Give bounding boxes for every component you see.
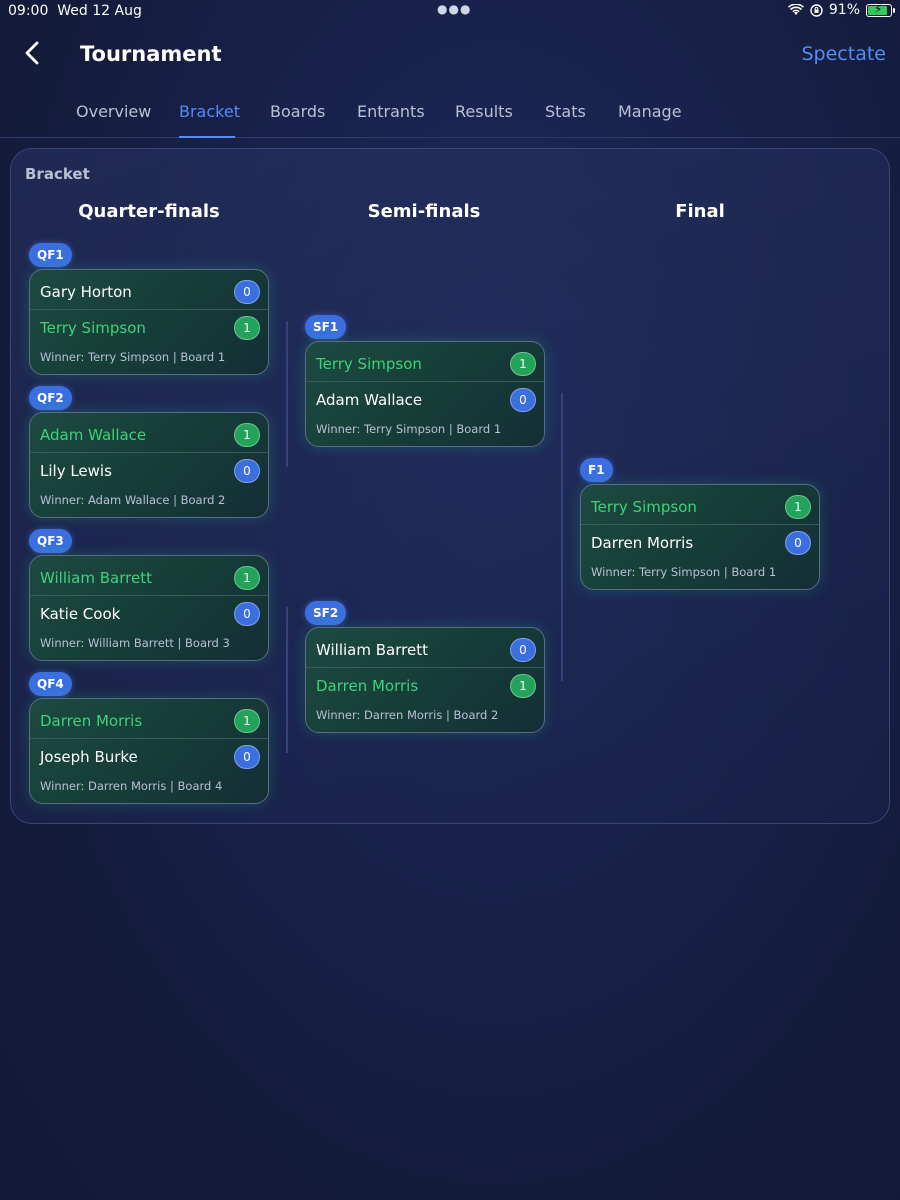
score-badge: 0 [785,531,811,555]
status-time: 09:00 Wed 12 Aug [8,3,142,19]
orientation-lock-icon [810,3,823,17]
score-badge: 1 [785,495,811,519]
player-row: Terry Simpson 1 [30,310,268,346]
score-badge: 1 [234,566,260,590]
player-name-winner: Terry Simpson [316,355,422,373]
match-footer: Winner: Adam Wallace | Board 2 [40,493,226,507]
round-title-final: Final [675,201,725,222]
score-badge: 1 [510,352,536,376]
tab-bracket[interactable]: Bracket [179,102,240,121]
player-name: Gary Horton [40,283,132,301]
score-badge: 1 [234,709,260,733]
score-badge: 0 [234,602,260,626]
player-row: William Barrett 0 [306,632,544,668]
match-card-qf3[interactable]: William Barrett 1 Katie Cook 0 Winner: Wil… [29,555,269,661]
player-name-winner: Terry Simpson [40,319,146,337]
player-row: William Barrett 1 [30,560,268,596]
match-card-qf1[interactable]: Gary Horton 0 Terry Simpson 1 Winner: Terr… [29,269,269,375]
match-badge: QF4 [29,672,72,696]
match-footer: Winner: Darren Morris | Board 2 [316,708,499,722]
tab-boards[interactable]: Boards [270,102,325,121]
score-badge: 1 [510,674,536,698]
player-row: Adam Wallace 0 [306,382,544,418]
player-name: William Barrett [316,641,428,659]
round-title-semi-finals: Semi-finals [367,201,481,222]
player-row: Terry Simpson 1 [306,346,544,382]
tab-bar: Overview Bracket Boards Entrants Results… [0,96,900,138]
chevron-left-icon [25,41,39,65]
match-badge: SF1 [305,315,347,339]
battery-percent: 91% [828,2,860,18]
bracket-panel: Bracket Quarter-finals Semi-finals Final… [10,148,890,824]
match-footer: Winner: Terry Simpson | Board 1 [316,422,502,436]
navigation-bar: Tournament Spectate [0,30,900,80]
player-row: Darren Morris 1 [30,703,268,739]
status-right: 91% ⚡ [787,2,895,18]
match-badge: F1 [580,458,613,482]
player-row: Adam Wallace 1 [30,417,268,453]
tab-stats[interactable]: Stats [545,102,586,121]
score-badge: 0 [510,638,536,662]
match-footer: Winner: Terry Simpson | Board 1 [591,565,777,579]
match-card-f1[interactable]: Terry Simpson 1 Darren Morris 0 Winner: Te… [580,484,820,590]
match-card-sf2[interactable]: William Barrett 0 Darren Morris 1 Winner: … [305,627,545,733]
player-name: Joseph Burke [40,748,138,766]
back-button[interactable] [20,38,46,68]
player-name: Darren Morris [591,534,694,552]
player-row: Katie Cook 0 [30,596,268,632]
page-title: Tournament [80,42,222,66]
player-row: Joseph Burke 0 [30,739,268,775]
player-name-winner: Adam Wallace [40,426,147,444]
round-title-quarter-finals: Quarter-finals [78,201,220,222]
tab-entrants[interactable]: Entrants [357,102,425,121]
player-row: Lily Lewis 0 [30,453,268,489]
score-badge: 1 [234,423,260,447]
match-card-sf1[interactable]: Terry Simpson 1 Adam Wallace 0 Winner: Ter… [305,341,545,447]
player-row: Darren Morris 1 [306,668,544,704]
match-badge: QF2 [29,386,72,410]
score-badge: 1 [234,316,260,340]
active-tab-indicator [179,136,235,138]
panel-label: Bracket [25,165,90,183]
player-name: Lily Lewis [40,462,112,480]
score-badge: 0 [510,388,536,412]
match-card-qf4[interactable]: Darren Morris 1 Joseph Burke 0 Winner: Dar… [29,698,269,804]
player-name: Katie Cook [40,605,121,623]
player-name-winner: Darren Morris [40,712,143,730]
bracket-connector [286,607,288,753]
tab-results[interactable]: Results [455,102,513,121]
status-bar: 09:00 Wed 12 Aug ●●● 91% ⚡ [0,0,900,24]
player-row: Gary Horton 0 [30,274,268,310]
bracket-connector [286,321,288,467]
match-badge: SF2 [305,601,347,625]
spectate-button[interactable]: Spectate [802,43,887,65]
player-name: Adam Wallace [316,391,423,409]
wifi-icon [787,4,804,15]
score-badge: 0 [234,459,260,483]
tab-manage[interactable]: Manage [618,102,682,121]
player-name-winner: William Barrett [40,569,152,587]
player-row: Darren Morris 0 [581,525,819,561]
match-card-qf2[interactable]: Adam Wallace 1 Lily Lewis 0 Winner: Adam W… [29,412,269,518]
match-footer: Winner: Terry Simpson | Board 1 [40,350,226,364]
match-badge: QF3 [29,529,72,553]
player-name-winner: Terry Simpson [591,498,697,516]
match-footer: Winner: William Barrett | Board 3 [40,636,230,650]
player-name-winner: Darren Morris [316,677,419,695]
bracket-connector [561,393,563,681]
score-badge: 0 [234,280,260,304]
tab-overview[interactable]: Overview [76,102,151,121]
battery-charging-icon: ⚡ [866,2,895,17]
score-badge: 0 [234,745,260,769]
match-footer: Winner: Darren Morris | Board 4 [40,779,223,793]
multitasking-dots-icon[interactable]: ●●● [437,2,471,16]
match-badge: QF1 [29,243,72,267]
player-row: Terry Simpson 1 [581,489,819,525]
